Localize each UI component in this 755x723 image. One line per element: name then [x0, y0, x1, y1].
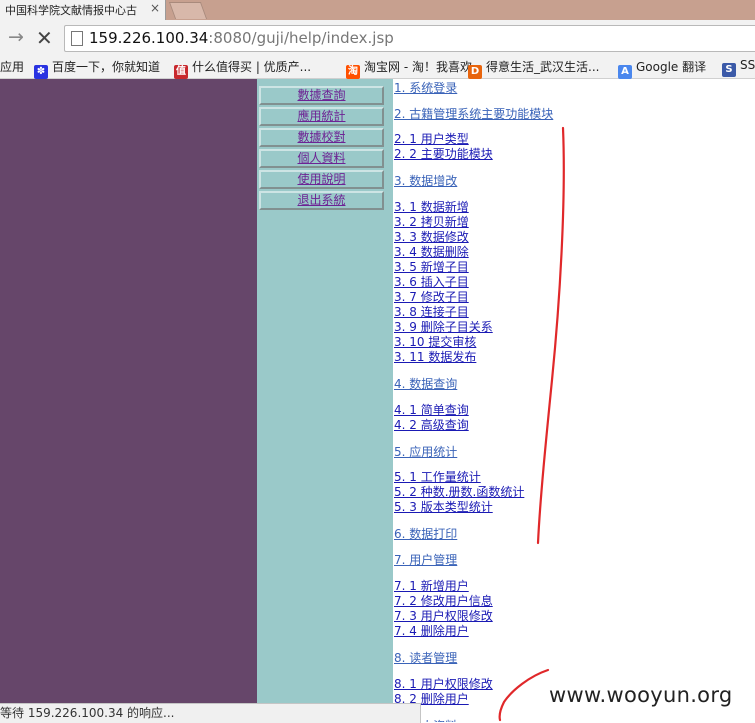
bookmark-item[interactable]: ✽ 百度一下，你就知道 — [34, 58, 160, 79]
tab-strip: 中国科学院文献情报中心古 × — [0, 0, 755, 20]
toolbar: → ✕ 159.226.100.34:8080/guji/help/index.… — [0, 20, 755, 56]
bookmark-label: 得意生活_武汉生活... — [486, 60, 600, 74]
help-section-link[interactable]: 7. 用户管理 — [394, 551, 457, 568]
menu-data-query-button[interactable]: 數據查詢 — [259, 86, 384, 105]
stop-icon[interactable]: ✕ — [36, 26, 53, 50]
left-panel — [0, 79, 257, 722]
help-section-link[interactable]: 2. 古籍管理系统主要功能模块 — [394, 105, 553, 122]
help-subsection-link[interactable]: 4. 2 高级查询 — [394, 416, 469, 433]
menu-logout-button[interactable]: 退出系統 — [259, 191, 384, 210]
help-section-link[interactable]: 4. 数据查询 — [394, 375, 457, 392]
bookmarks-bar: 应用 ✽ 百度一下，你就知道值什么值得买 | 优质产... 淘淘宝网 - 淘！我喜欢 D… — [0, 56, 755, 79]
help-subsection-link[interactable]: 7. 4 删除用户 — [394, 622, 469, 639]
bookmark-item[interactable]: 值什么值得买 | 优质产... — [174, 58, 311, 79]
bookmark-label: SS — [740, 58, 755, 72]
bookmark-label: 淘宝网 - 淘！我喜欢 — [364, 60, 472, 74]
google-translate-icon: A — [618, 65, 632, 79]
page-content: 數據查詢應用統計數據校對個人資料使用說明退出系統 1. 系统登录 2. 古籍管理系… — [0, 79, 755, 722]
bookmark-item[interactable]: 应用 — [0, 58, 24, 75]
menu-profile-button[interactable]: 個人資料 — [259, 149, 384, 168]
ss-icon: S — [722, 63, 736, 77]
menu-help-button[interactable]: 使用說明 — [259, 170, 384, 189]
bookmark-label: 百度一下，你就知道 — [52, 60, 161, 74]
bookmark-item[interactable]: D 得意生活_武汉生活... — [468, 58, 599, 79]
help-subsection-link[interactable]: 2. 2 主要功能模块 — [394, 145, 493, 162]
smzdm-icon: 值 — [174, 65, 188, 79]
watermark: www.wooyun.org — [549, 683, 733, 707]
help-subsection-link[interactable]: 5. 3 版本类型统计 — [394, 498, 493, 515]
help-section-link[interactable]: 8. 读者管理 — [394, 649, 457, 666]
help-section-link[interactable]: 3. 数据增改 — [394, 172, 457, 189]
page-icon — [71, 31, 83, 46]
url-path: :8080/guji/help/index.jsp — [208, 29, 394, 47]
bookmark-label: Google 翻译 — [636, 60, 707, 74]
bookmark-item[interactable]: S SS — [722, 58, 755, 77]
bookmark-label: 应用 — [0, 60, 25, 74]
baidu-paw-icon: ✽ — [34, 65, 48, 79]
help-subsection-link[interactable]: 3. 11 数据发布 — [394, 348, 476, 365]
deyi-icon: D — [468, 65, 482, 79]
url-text[interactable]: 159.226.100.34:8080/guji/help/index.jsp — [89, 29, 394, 47]
forward-arrow-icon[interactable]: → — [8, 26, 24, 48]
taobao-icon: 淘 — [346, 65, 360, 79]
side-menu: 數據查詢應用統計數據校對個人資料使用說明退出系統 — [257, 79, 393, 722]
new-tab-button[interactable] — [168, 2, 208, 19]
bookmark-item[interactable]: 淘淘宝网 - 淘！我喜欢 — [346, 58, 472, 79]
tab-title: 中国科学院文献情报中心古 — [5, 4, 137, 17]
bookmark-label: 什么值得买 | 优质产... — [192, 60, 312, 74]
menu-app-stats-button[interactable]: 應用統計 — [259, 107, 384, 126]
menu-data-proof-button[interactable]: 數據校對 — [259, 128, 384, 147]
tab-active[interactable]: 中国科学院文献情报中心古 × — [0, 0, 166, 20]
close-icon[interactable]: × — [150, 1, 160, 15]
help-index: 1. 系统登录 2. 古籍管理系统主要功能模块 2. 1 用户类型 2. 2 主要功能… — [394, 79, 755, 722]
status-bubble: 等待 159.226.100.34 的响应... — [0, 703, 421, 723]
url-host: 159.226.100.34 — [89, 29, 209, 47]
bookmark-item[interactable]: A Google 翻译 — [618, 58, 706, 79]
help-section-link[interactable]: 5. 应用统计 — [394, 443, 457, 460]
help-section-link[interactable]: 1. 系统登录 — [394, 79, 457, 96]
address-bar[interactable]: 159.226.100.34:8080/guji/help/index.jsp — [64, 25, 755, 52]
help-section-link[interactable]: 6. 数据打印 — [394, 525, 457, 542]
